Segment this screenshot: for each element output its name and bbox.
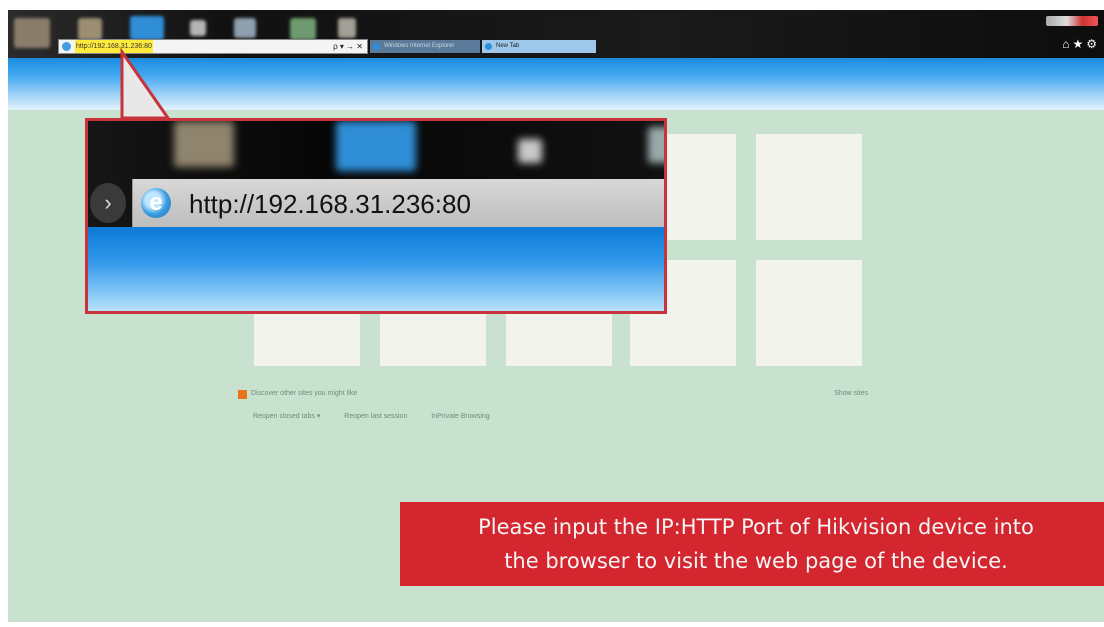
taskbar-icon[interactable]: [78, 18, 102, 40]
show-sites-link[interactable]: Show sites: [834, 390, 868, 397]
ie-logo-icon: e: [141, 188, 171, 218]
address-controls[interactable]: ρ ▾ → ✕: [333, 40, 363, 53]
zoomed-url-text: http://192.168.31.236:80: [189, 189, 471, 219]
window-controls[interactable]: [1046, 16, 1098, 26]
tab-label: New Tab: [496, 43, 520, 49]
ie-tab-icon: [485, 43, 492, 50]
tab-new-tab[interactable]: New Tab: [482, 40, 596, 53]
toolbar-blue-area: [8, 58, 1104, 110]
home-icon[interactable]: ⌂: [1062, 37, 1072, 51]
tab-label: Windows Internet Explorer: [384, 43, 455, 49]
discover-link[interactable]: Discover other sites you might like: [251, 390, 357, 397]
taskbar-icon[interactable]: [190, 20, 206, 36]
back-button[interactable]: ›: [90, 183, 126, 223]
zoom-callout: › e http://192.168.31.236:80: [85, 118, 667, 314]
discover-row: Discover other sites you might like Show…: [238, 390, 868, 402]
ie-tab-icon: [373, 43, 380, 50]
browser-title-bar: http://192.168.31.236:80 ρ ▾ → ✕ Windows…: [8, 10, 1104, 58]
favorites-star-icon[interactable]: ★: [1072, 37, 1086, 51]
toolbar-icons: ⌂★⚙: [1062, 37, 1100, 51]
zoomed-toolbar-blue: [88, 227, 664, 311]
reopen-last-session-link[interactable]: Reopen last session: [344, 413, 407, 420]
address-url-text: http://192.168.31.236:80: [75, 40, 153, 53]
browser-window: http://192.168.31.236:80 ρ ▾ → ✕ Windows…: [8, 10, 1104, 622]
banner-line-1: Please input the IP:HTTP Port of Hikvisi…: [478, 515, 1034, 539]
site-tile[interactable]: [756, 260, 862, 366]
address-bar[interactable]: http://192.168.31.236:80 ρ ▾ → ✕: [58, 39, 368, 54]
settings-gear-icon[interactable]: ⚙: [1086, 37, 1100, 51]
banner-line-2: the browser to visit the web page of the…: [504, 549, 1008, 573]
reopen-closed-tabs-link[interactable]: Reopen closed tabs ▾: [253, 413, 320, 420]
taskbar-icon[interactable]: [234, 18, 256, 38]
site-tile[interactable]: [756, 134, 862, 240]
new-tab-links: Reopen closed tabs ▾ Reopen last session…: [253, 412, 512, 420]
taskbar-icon[interactable]: [290, 18, 316, 40]
instruction-banner: Please input the IP:HTTP Port of Hikvisi…: [400, 502, 1104, 586]
taskbar-icon[interactable]: [130, 16, 164, 40]
zoomed-address-bar[interactable]: e http://192.168.31.236:80: [132, 179, 664, 227]
taskbar-icon[interactable]: [14, 18, 50, 48]
tab-windows-ie[interactable]: Windows Internet Explorer: [370, 40, 480, 53]
inprivate-browsing-link[interactable]: InPrivate Browsing: [431, 413, 489, 420]
discover-icon: [238, 390, 247, 399]
ie-page-icon: [62, 42, 71, 51]
taskbar-icon[interactable]: [338, 18, 356, 38]
